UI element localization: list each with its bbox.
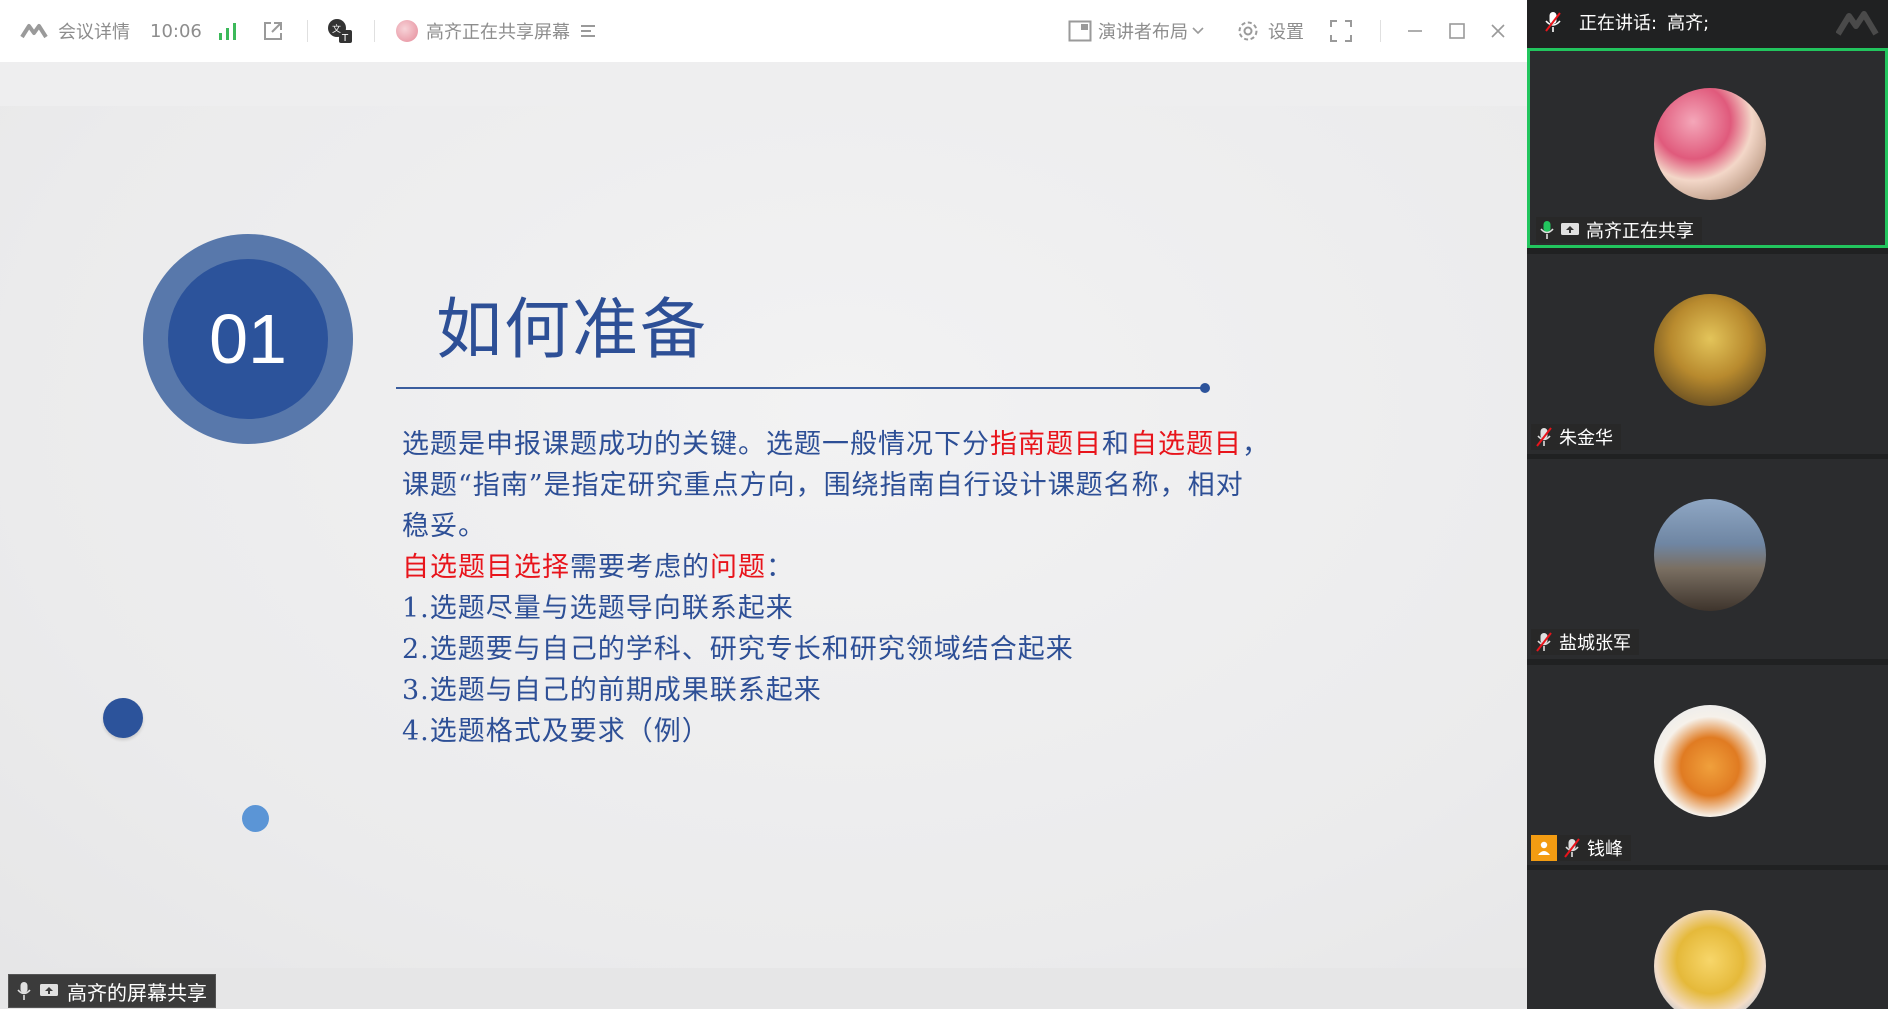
participant-name: 高齐正在共享 (1586, 221, 1694, 242)
screen-share-text: 高齐的屏幕共享 (67, 980, 207, 1005)
microphone-icon (17, 982, 31, 1000)
minimize-icon (1408, 30, 1422, 32)
slide-body-line-3: 稳妥。 (402, 511, 486, 542)
slide-list-item-3: 3.选题与自己的前期成果联系起来 (402, 675, 822, 706)
slide-list-item-2: 2.选题要与自己的学科、研究专长和研究领域结合起来 (402, 634, 1074, 665)
host-user-icon (1531, 835, 1557, 861)
participant-nametag: 朱金华 (1531, 424, 1621, 450)
microphone-muted-icon (1536, 427, 1552, 447)
decorative-dot-large (103, 698, 143, 738)
layout-menu-button[interactable]: 演讲者布局 (1068, 0, 1204, 62)
sharer-avatar-icon (396, 20, 418, 42)
chevron-down-icon (1192, 27, 1204, 35)
participant-name: 盐城张军 (1559, 633, 1631, 654)
participant-avatar (1654, 705, 1766, 817)
participant-nametag: 高齐正在共享 (1536, 217, 1702, 243)
participant-tile-3[interactable]: 盐城张军 (1527, 459, 1888, 659)
line-1-text-a: 选题是申报课题成功的关键。选题一般情况下分 (402, 429, 990, 460)
slide-list-item-4: 4.选题格式及要求（例） (402, 716, 710, 747)
participant-tile-1[interactable]: 高齐正在共享 (1527, 48, 1888, 248)
line-4-highlight-b: 问题 (710, 552, 766, 583)
time-label: 10:06 (150, 20, 202, 42)
participant-name: 钱峰 (1587, 839, 1623, 860)
participant-avatar (1654, 88, 1766, 200)
title-underline (396, 387, 1204, 389)
shared-slide: 01 如何准备 选题是申报课题成功的关键。选题一般情况下分指南题目和自选题目， … (0, 106, 1527, 968)
main-area: 会议详情 10:06 文 T 高齐正在共享屏幕 演讲者布局 设置 01 如何准备… (0, 0, 1527, 1009)
screen-share-icon (40, 984, 58, 996)
external-link-icon (264, 22, 282, 40)
section-number: 01 (209, 300, 287, 378)
participant-avatar (1654, 294, 1766, 406)
list-icon (581, 25, 595, 37)
svg-text:文: 文 (332, 23, 341, 35)
line-4-text-c: ： (766, 552, 794, 583)
speaker-mic-icon (1545, 12, 1561, 32)
participant-panel: 正在讲话: 高齐; 高齐正在共享 朱金华 盐城张军 钱峰 (1527, 0, 1888, 1009)
participant-avatar (1654, 910, 1766, 1009)
sharing-status-label: 高齐正在共享屏幕 (426, 22, 570, 43)
screen-share-icon (1561, 223, 1579, 235)
microphone-muted-icon (1564, 838, 1580, 858)
participant-name: 朱金华 (1559, 428, 1613, 449)
line-4-text-b: 需要考虑的 (570, 552, 710, 583)
participant-tile-5[interactable] (1527, 870, 1888, 1009)
line-1-highlight-self: 自选题目 (1130, 429, 1242, 460)
slide-list-item-1: 1.选题尽量与选题导向联系起来 (402, 593, 794, 624)
svg-text:T: T (341, 33, 349, 44)
fullscreen-icon (1330, 20, 1352, 42)
slide-body-line-1: 选题是申报课题成功的关键。选题一般情况下分指南题目和自选题目， (402, 422, 1270, 461)
speaking-indicator: 正在讲话: 高齐; (1527, 0, 1888, 44)
maximize-button[interactable] (1448, 0, 1466, 62)
layout-label: 演讲者布局 (1098, 22, 1188, 43)
slide-title: 如何准备 (436, 291, 708, 368)
line-1-text-c: ， (1242, 429, 1270, 460)
sharing-status-menu[interactable]: 高齐正在共享屏幕 (396, 0, 596, 62)
settings-label: 设置 (1268, 22, 1304, 43)
line-1-highlight-guide: 指南题目 (990, 429, 1102, 460)
maximize-icon (1449, 23, 1465, 39)
microphone-muted-icon (1536, 632, 1552, 652)
slide-body-line-2: 课题“指南”是指定研究重点方向，围绕指南自行设计课题名称，相对 (402, 470, 1244, 501)
gear-icon (1238, 21, 1258, 41)
participant-tile-2[interactable]: 朱金华 (1527, 254, 1888, 454)
close-button[interactable] (1489, 0, 1507, 62)
participant-tile-4[interactable]: 钱峰 (1527, 665, 1888, 865)
meeting-details-button[interactable]: 会议详情 (20, 0, 130, 62)
speaking-prefix: 正在讲话: (1579, 13, 1658, 34)
panel-logo-icon (1836, 11, 1879, 36)
signal-icon (219, 23, 236, 40)
layout-icon (1068, 20, 1092, 42)
caption-icon: 文 T (328, 19, 352, 44)
decorative-dot-small (242, 805, 269, 832)
slide-header-band (0, 62, 1527, 106)
meeting-logo-icon (20, 24, 48, 39)
participant-nametag: 钱峰 (1531, 835, 1631, 861)
slide-bottom-strip (0, 968, 1527, 1009)
participant-nametag: 盐城张军 (1531, 629, 1639, 655)
settings-button[interactable]: 设置 (1236, 0, 1304, 62)
caption-button[interactable]: 文 T (326, 0, 354, 62)
close-icon (1491, 24, 1505, 38)
signal-button[interactable] (218, 0, 238, 62)
microphone-active-icon (1540, 221, 1554, 239)
minimize-button[interactable] (1406, 0, 1424, 62)
meeting-time: 10:06 (150, 0, 202, 62)
title-underline-dot (1200, 383, 1210, 393)
slide-body-line-4: 自选题目选择需要考虑的问题： (402, 545, 794, 584)
fullscreen-button[interactable] (1330, 0, 1352, 62)
popout-button[interactable] (262, 0, 284, 62)
top-toolbar: 会议详情 10:06 文 T 高齐正在共享屏幕 演讲者布局 设置 (0, 0, 1527, 63)
screen-share-label: 高齐的屏幕共享 (8, 974, 216, 1008)
line-4-highlight-a: 自选题目选择 (402, 552, 570, 583)
participant-avatar (1654, 499, 1766, 611)
meeting-details-label: 会议详情 (58, 22, 130, 43)
speaking-name: 高齐; (1667, 13, 1710, 34)
line-1-text-b: 和 (1102, 429, 1130, 460)
